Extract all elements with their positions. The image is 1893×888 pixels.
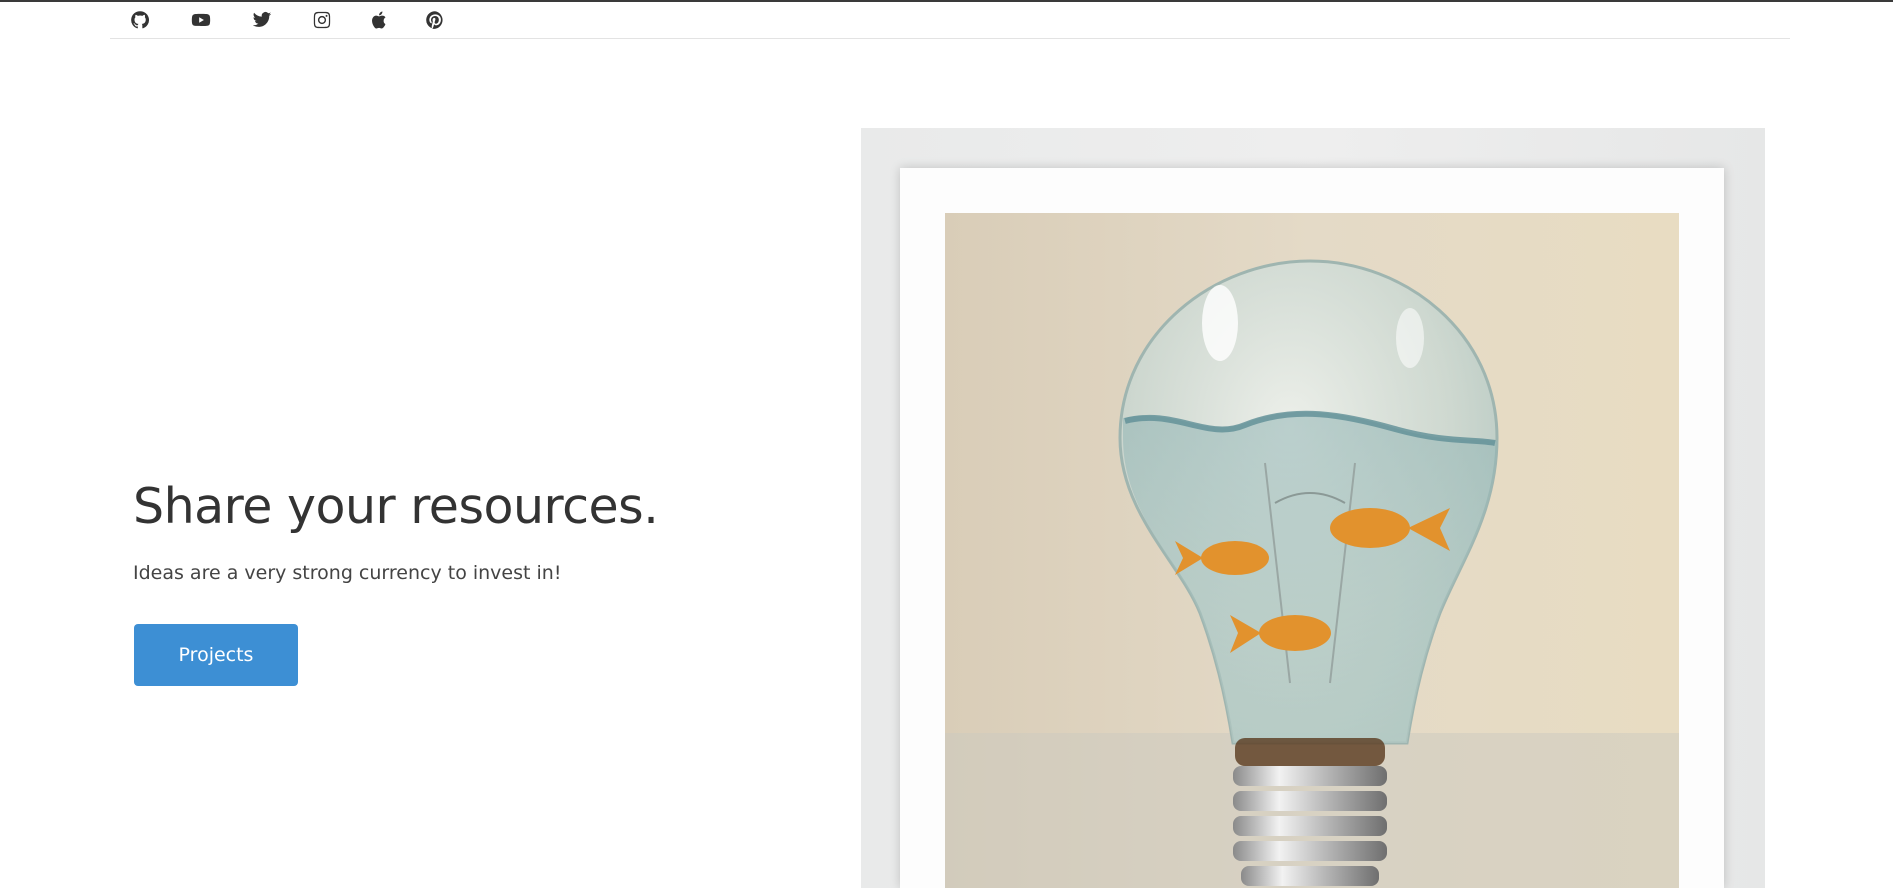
apple-icon[interactable]: [367, 8, 391, 32]
hero-section: Share your resources. Ideas are a very s…: [133, 480, 833, 584]
instagram-icon[interactable]: [310, 8, 334, 32]
lightbulb-fishbowl-image: [945, 213, 1679, 888]
hero-subtitle: Ideas are a very strong currency to inve…: [133, 561, 562, 584]
lightbulb-illustration: [945, 213, 1679, 888]
github-icon[interactable]: [128, 8, 152, 32]
projects-button[interactable]: Projects: [134, 624, 298, 686]
youtube-icon[interactable]: [189, 8, 213, 32]
pinterest-icon[interactable]: [423, 8, 447, 32]
hero-title: Share your resources.: [133, 478, 659, 535]
social-links-bar: [110, 2, 1790, 39]
twitter-icon[interactable]: [250, 8, 274, 32]
